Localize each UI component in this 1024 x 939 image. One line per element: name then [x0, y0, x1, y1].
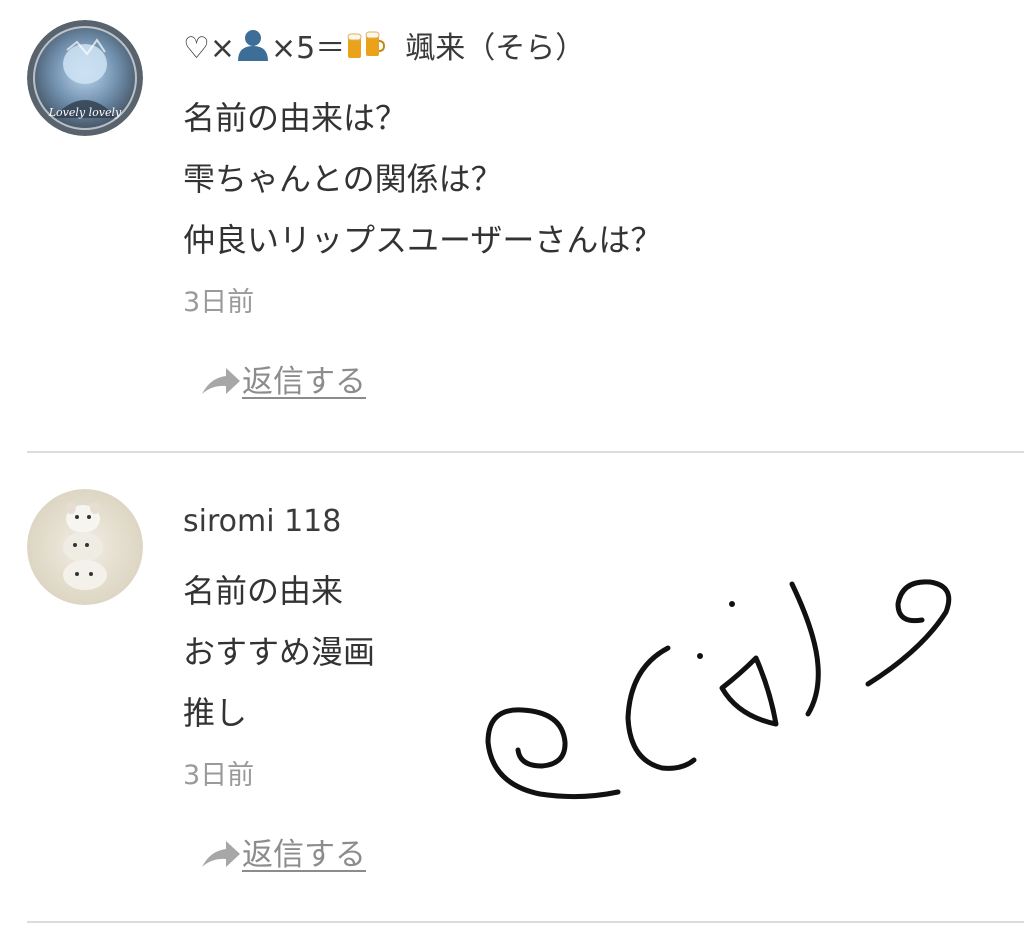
- reply-button[interactable]: 返信する: [200, 360, 366, 404]
- comment-line: 名前の由来は？: [183, 99, 408, 137]
- reply-label: 返信する: [242, 364, 366, 400]
- divider: [27, 921, 1024, 923]
- svg-text:Lovely lovely: Lovely lovely: [48, 106, 122, 119]
- comment-body: 名前の由来は？ 雫ちゃんとの関係は？ 仲良いリップスユーザーさんは？: [183, 88, 662, 271]
- comment-timestamp: 3日前: [183, 287, 255, 318]
- comment-line: 名前の由来: [183, 572, 344, 610]
- handwritten-scribble: [485, 579, 952, 800]
- reply-button[interactable]: 返信する: [200, 833, 366, 877]
- reply-label: 返信する: [242, 837, 366, 873]
- comment-line: おすすめ漫画: [183, 633, 376, 671]
- comment-item: Lovely lovely ♡× ×5＝ 颯来（そら） 名前の由来は？ 雫ちゃん…: [0, 0, 1024, 452]
- user-avatar[interactable]: Lovely lovely: [27, 20, 143, 136]
- avatar-image: [27, 489, 143, 605]
- divider: [27, 451, 1024, 453]
- comment-line: 推し: [183, 694, 248, 732]
- username-mid: ×5＝: [271, 31, 346, 66]
- username[interactable]: siromi 118: [183, 502, 341, 542]
- comment-timestamp: 3日前: [183, 760, 255, 791]
- user-avatar[interactable]: [27, 489, 143, 605]
- username[interactable]: ♡× ×5＝ 颯来（そら）: [183, 28, 585, 69]
- person-silhouette-icon: [235, 28, 271, 62]
- reply-arrow-icon: [202, 368, 240, 394]
- comment-line: 仲良いリップスユーザーさんは？: [183, 221, 663, 259]
- beer-mugs-icon: [345, 28, 386, 62]
- reply-arrow-icon: [202, 841, 240, 867]
- username-name: 颯来（そら）: [405, 31, 586, 66]
- username-prefix: ♡×: [183, 31, 236, 66]
- avatar-image: Lovely lovely: [27, 20, 143, 136]
- comment-line: 雫ちゃんとの関係は？: [183, 160, 503, 198]
- comment-body: 名前の由来 おすすめ漫画 推し: [183, 561, 375, 744]
